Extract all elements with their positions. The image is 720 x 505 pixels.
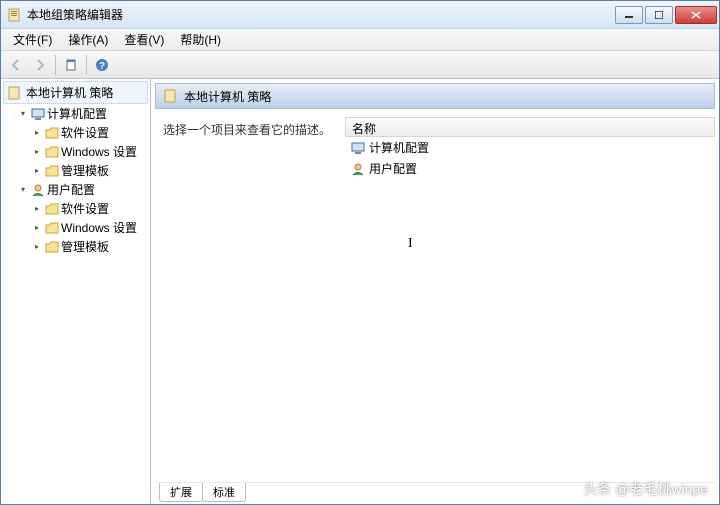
folder-icon [45, 221, 59, 235]
list-item-label: 计算机配置 [369, 139, 429, 156]
expander-icon[interactable] [31, 241, 43, 253]
folder-icon [45, 202, 59, 216]
tree-label: Windows 设置 [61, 143, 137, 160]
name-column-header[interactable]: 名称 [345, 117, 715, 137]
titlebar: 本地组策略编辑器 [1, 1, 719, 29]
toolbar-separator [86, 55, 87, 75]
forward-button[interactable] [29, 54, 51, 76]
tree-label: 管理模板 [61, 162, 109, 179]
tree-root[interactable]: 本地计算机 策略 [3, 81, 148, 104]
content-body: 选择一个项目来查看它的描述。 名称 计算机配置 用户配置 [151, 109, 719, 482]
tree-software-settings-user[interactable]: 软件设置 [31, 199, 148, 218]
tree-label: Windows 设置 [61, 219, 137, 236]
expander-icon[interactable] [17, 184, 29, 196]
expander-icon[interactable] [31, 146, 43, 158]
content-pane: 本地计算机 策略 选择一个项目来查看它的描述。 名称 计算机配置 用户配置 [151, 79, 719, 504]
expander-icon[interactable] [31, 127, 43, 139]
tree-windows-settings[interactable]: Windows 设置 [31, 142, 148, 161]
list-item-label: 用户配置 [369, 160, 417, 177]
tree-label: 软件设置 [61, 200, 109, 217]
computer-icon [351, 141, 365, 155]
content-title: 本地计算机 策略 [184, 88, 271, 105]
folder-icon [45, 126, 59, 140]
folder-icon [45, 240, 59, 254]
back-button[interactable] [5, 54, 27, 76]
menu-help[interactable]: 帮助(H) [172, 29, 229, 50]
window-frame: 本地组策略编辑器 文件(F) 操作(A) 查看(V) 帮助(H) ? 本地计算机… [0, 0, 720, 505]
policy-icon [164, 89, 178, 103]
tree-label: 软件设置 [61, 124, 109, 141]
tree-label: 计算机配置 [47, 105, 107, 122]
list-column: 名称 计算机配置 用户配置 [345, 117, 715, 482]
tree-admin-templates-user[interactable]: 管理模板 [31, 237, 148, 256]
tree-root-label: 本地计算机 策略 [26, 84, 113, 101]
tab-extended[interactable]: 扩展 [159, 483, 203, 502]
menu-file[interactable]: 文件(F) [5, 29, 60, 50]
list-item-computer[interactable]: 计算机配置 [345, 137, 715, 158]
menubar: 文件(F) 操作(A) 查看(V) 帮助(H) [1, 29, 719, 51]
minimize-button[interactable] [615, 6, 643, 24]
expander-icon[interactable] [17, 108, 29, 120]
tree-computer-config[interactable]: 计算机配置 [17, 104, 148, 123]
user-icon [31, 183, 45, 197]
menu-view[interactable]: 查看(V) [116, 29, 172, 50]
user-icon [351, 162, 365, 176]
menu-action[interactable]: 操作(A) [60, 29, 116, 50]
close-button[interactable] [675, 6, 717, 24]
toolbar-separator [55, 55, 56, 75]
expander-icon[interactable] [31, 222, 43, 234]
watermark: 头条 @老毛桃winpe [583, 479, 708, 499]
body: 本地计算机 策略 计算机配置 软件设置 [1, 79, 719, 504]
tree-user-config[interactable]: 用户配置 [17, 180, 148, 199]
description-text: 选择一个项目来查看它的描述。 [163, 123, 331, 137]
toolbar: ? [1, 51, 719, 79]
properties-button[interactable] [60, 54, 82, 76]
expander-icon[interactable] [31, 165, 43, 177]
expander-icon[interactable] [31, 203, 43, 215]
gpedit-icon [7, 7, 23, 23]
content-header: 本地计算机 策略 [155, 83, 715, 109]
text-cursor-icon: I [408, 236, 413, 252]
list-item-user[interactable]: 用户配置 [345, 158, 715, 179]
folder-icon [45, 164, 59, 178]
window-controls [615, 6, 717, 24]
tree-windows-settings-user[interactable]: Windows 设置 [31, 218, 148, 237]
svg-text:?: ? [99, 61, 105, 72]
tree-software-settings[interactable]: 软件设置 [31, 123, 148, 142]
maximize-button[interactable] [645, 6, 673, 24]
tree-label: 用户配置 [47, 181, 95, 198]
description-column: 选择一个项目来查看它的描述。 [155, 117, 345, 482]
tree-pane[interactable]: 本地计算机 策略 计算机配置 软件设置 [1, 79, 151, 504]
computer-icon [31, 107, 45, 121]
tree-label: 管理模板 [61, 238, 109, 255]
tree-admin-templates[interactable]: 管理模板 [31, 161, 148, 180]
window-title: 本地组策略编辑器 [27, 6, 615, 23]
folder-icon [45, 145, 59, 159]
policy-icon [8, 86, 22, 100]
help-button[interactable]: ? [91, 54, 113, 76]
tab-standard[interactable]: 标准 [202, 483, 246, 502]
